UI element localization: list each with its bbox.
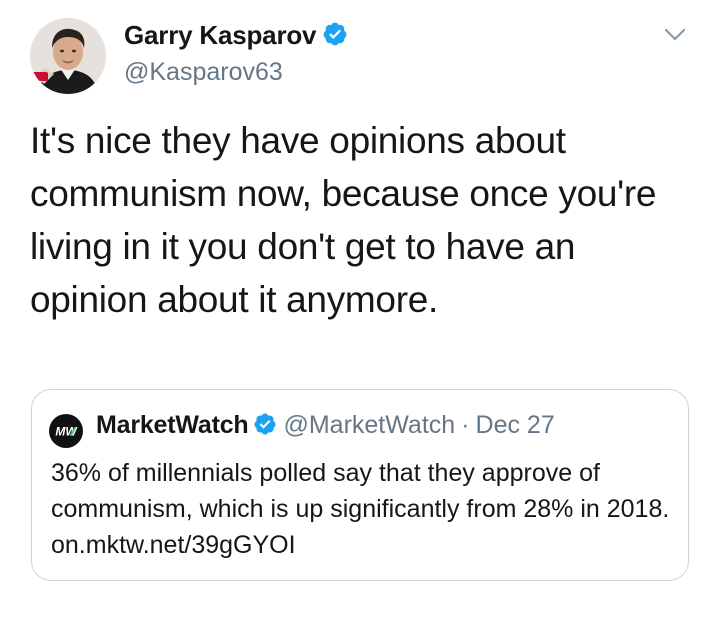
verified-badge-icon	[322, 21, 348, 54]
author-name-text: Garry Kasparov	[124, 20, 317, 50]
verified-badge-icon	[253, 412, 277, 443]
tweet-card: Garry Kasparov @Kasparov63 It's nice the…	[0, 0, 720, 623]
tweet-text: It's nice they have opinions about commu…	[30, 120, 657, 320]
quoted-tweet-header: MarketWatch @MarketWatch · Dec 27	[96, 411, 555, 443]
avatar[interactable]	[30, 18, 106, 94]
author-name[interactable]: Garry Kasparov	[124, 20, 348, 54]
quoted-tweet-text: 36% of millennials polled say that they …	[51, 459, 670, 559]
quoted-tweet[interactable]: MW MarketWatch @MarketWatch · Dec 27 36% of…	[31, 389, 689, 581]
marketwatch-logo-text: MW	[55, 425, 78, 439]
quoted-author-handle[interactable]: @MarketWatch	[283, 411, 455, 439]
meta-separator: ·	[461, 411, 470, 439]
avatar-portrait-icon	[30, 18, 106, 94]
marketwatch-logo-icon: MW	[49, 414, 83, 448]
quoted-tweet-date[interactable]: Dec 27	[476, 411, 555, 439]
quoted-author-name[interactable]: MarketWatch	[96, 411, 249, 439]
chevron-down-icon[interactable]	[661, 20, 689, 48]
author-handle[interactable]: @Kasparov63	[124, 58, 283, 87]
